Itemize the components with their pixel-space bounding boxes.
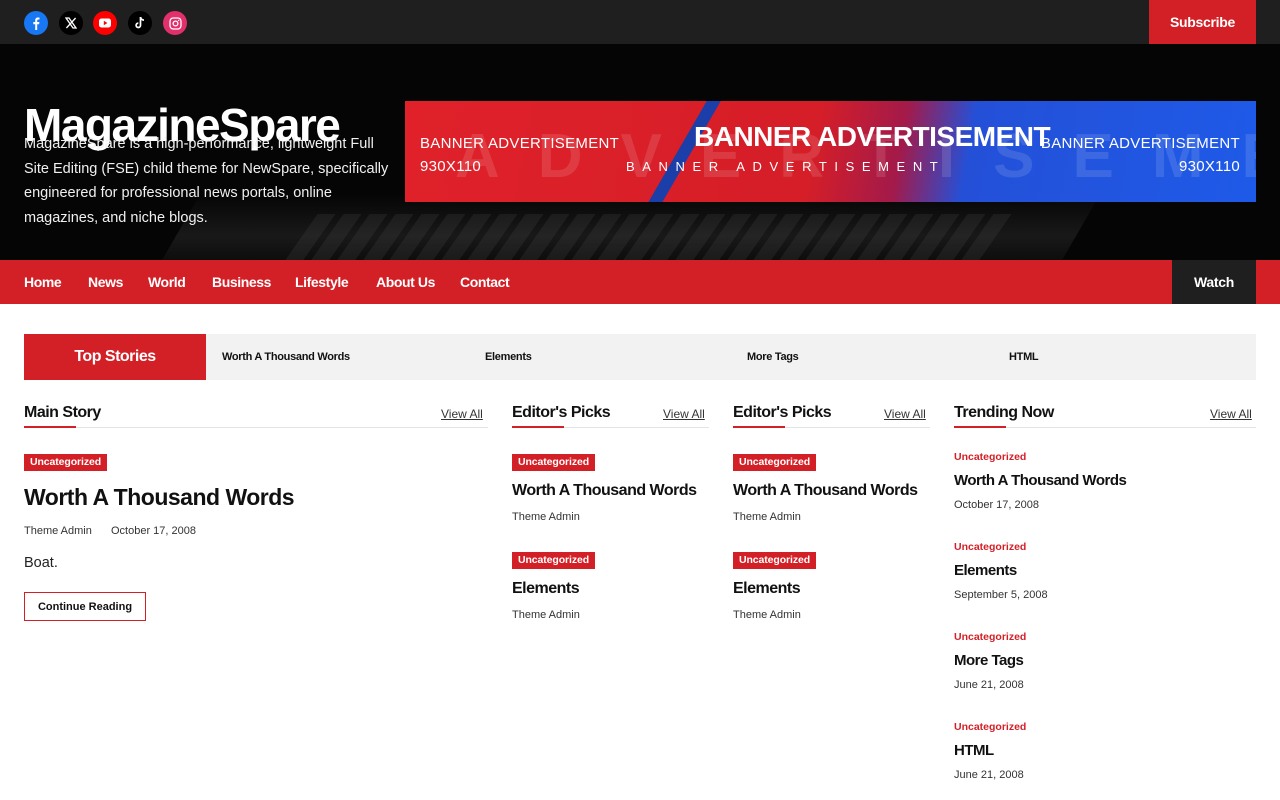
post-date: June 21, 2008 [954,679,1024,691]
post-title[interactable]: HTML [954,742,994,759]
top-stories-label: Top Stories [24,334,206,380]
post-title[interactable]: Worth A Thousand Words [733,482,918,500]
banner-left-line2: 930X110 [420,158,482,175]
subscribe-button[interactable]: Subscribe [1149,0,1256,44]
category-badge[interactable]: Uncategorized [24,454,108,471]
category-link[interactable]: Uncategorized [954,541,1026,553]
watch-button[interactable]: Watch [1172,260,1256,304]
banner-center-title: BANNER ADVERTISEMENT [694,121,1051,152]
post-title[interactable]: Elements [512,580,580,598]
post-author[interactable]: Theme Admin [512,511,580,523]
nav-item-business[interactable]: Business [212,260,271,304]
site-description: MagazineSpare is a high-performance, lig… [24,136,389,226]
category-link[interactable]: Uncategorized [954,631,1026,643]
editors-picks-heading: Editor's Picks [512,404,611,421]
primary-navigation: Home News World Business Lifestyle About… [0,260,1280,304]
main-story-view-all-link[interactable]: View All [441,407,483,421]
post-author[interactable]: Theme Admin [733,511,801,523]
header-background-keyboard [282,214,1018,260]
nav-item-contact[interactable]: Contact [460,260,510,304]
category-link[interactable]: Uncategorized [954,721,1026,733]
nav-item-lifestyle[interactable]: Lifestyle [295,260,349,304]
banner-right-line1: BANNER ADVERTISEMENT [1040,135,1240,152]
main-story-title[interactable]: Worth A Thousand Words [24,484,295,511]
banner-advertisement[interactable]: ADVERTISEMENT BANNER ADVERTISEMENT 930X1… [405,101,1256,202]
heading-underline [512,426,564,428]
post-title[interactable]: Worth A Thousand Words [954,472,1127,489]
post-date: June 21, 2008 [954,769,1024,781]
x-icon[interactable] [59,11,83,35]
post-author[interactable]: Theme Admin [24,525,92,537]
category-link[interactable]: Uncategorized [954,451,1026,463]
main-story-heading: Main Story [24,404,101,421]
editors-picks-view-all-link[interactable]: View All [663,407,705,421]
post-date: September 5, 2008 [954,589,1048,601]
nav-item-home[interactable]: Home [24,260,62,304]
heading-underline [733,426,785,428]
tiktok-icon[interactable] [128,11,152,35]
banner-right-line2: 930X110 [1178,158,1240,175]
site-header: MagazineSpare MagazineSpare is a high-pe… [0,44,1280,260]
post-title[interactable]: Elements [733,580,801,598]
continue-reading-button[interactable]: Continue Reading [24,592,146,621]
instagram-icon[interactable] [163,11,187,35]
category-badge[interactable]: Uncategorized [512,552,596,569]
banner-left-line1: BANNER ADVERTISEMENT [420,135,620,152]
nav-item-news[interactable]: News [88,260,123,304]
post-excerpt: Boat. [24,555,58,571]
category-badge[interactable]: Uncategorized [733,454,817,471]
youtube-icon[interactable] [93,11,117,35]
ticker-item[interactable]: HTML [1009,334,1039,380]
category-badge[interactable]: Uncategorized [733,552,817,569]
facebook-icon[interactable] [24,11,48,35]
post-date: October 17, 2008 [111,525,197,537]
banner-left-text: BANNER ADVERTISEMENT 930X110 [420,132,619,178]
ticker-item[interactable]: Elements [485,334,532,380]
editors-picks-view-all-link[interactable]: View All [884,407,926,421]
trending-view-all-link[interactable]: View All [1210,407,1252,421]
editors-picks-heading: Editor's Picks [733,404,832,421]
post-title[interactable]: More Tags [954,652,1024,669]
nav-item-about-us[interactable]: About Us [376,260,435,304]
post-date: October 17, 2008 [954,499,1040,511]
top-bar: Subscribe [0,0,1280,44]
ticker-item[interactable]: Worth A Thousand Words [222,334,350,380]
banner-center-subtitle: BANNER ADVERTISEMENT [626,159,946,174]
trending-now-heading: Trending Now [954,404,1054,421]
top-stories-ticker: Worth A Thousand Words Elements More Tag… [206,334,1256,380]
post-title[interactable]: Elements [954,562,1017,579]
ticker-item[interactable]: More Tags [747,334,799,380]
category-badge[interactable]: Uncategorized [512,454,596,471]
nav-item-world[interactable]: World [148,260,186,304]
post-author[interactable]: Theme Admin [733,609,801,621]
heading-underline [954,426,1006,428]
post-title[interactable]: Worth A Thousand Words [512,482,697,500]
banner-right-text: BANNER ADVERTISEMENT 930X110 [1041,132,1240,178]
section-divider [24,427,488,428]
heading-underline [24,426,76,428]
post-author[interactable]: Theme Admin [512,609,580,621]
